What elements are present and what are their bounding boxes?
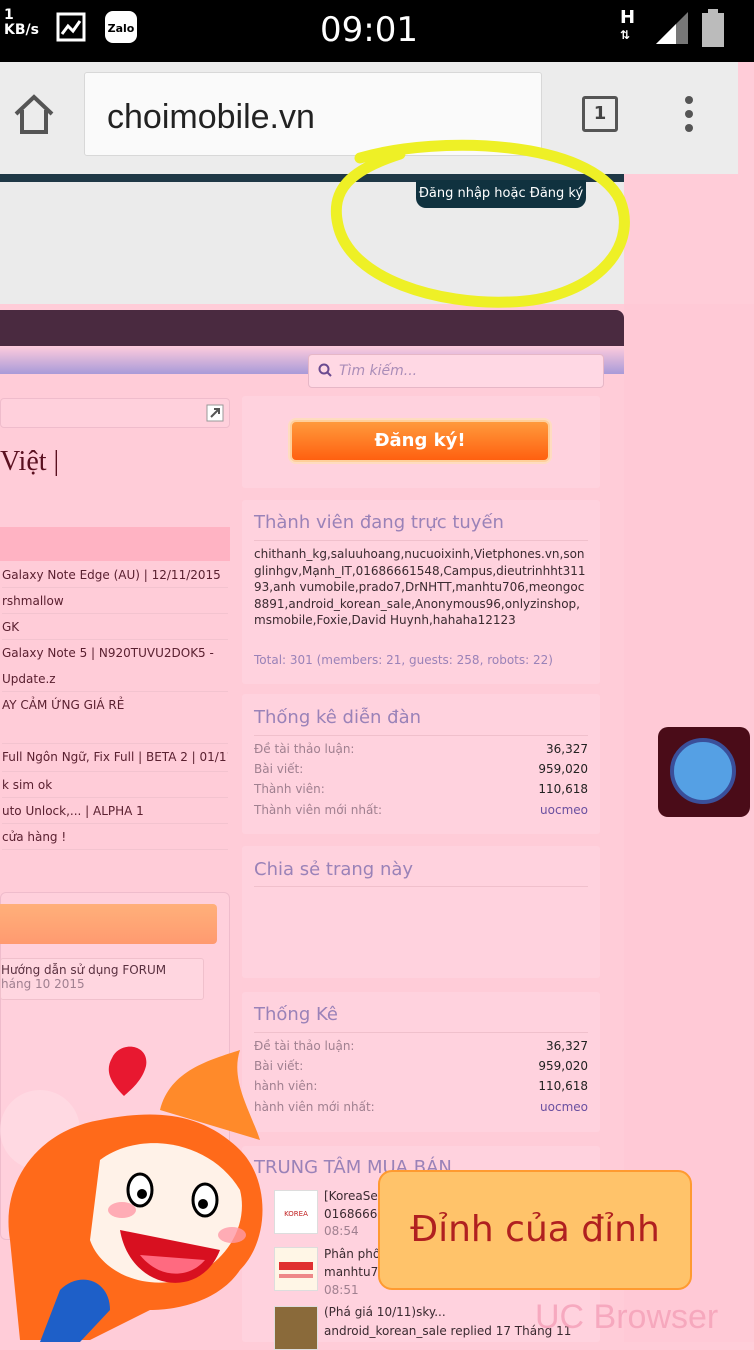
- stat-value: 110,618: [538, 1079, 588, 1093]
- external-link-icon[interactable]: [206, 404, 224, 422]
- divider: [254, 735, 588, 736]
- stat-label: Bài viết:: [254, 762, 304, 776]
- signal-icon: [656, 12, 688, 44]
- divider: [254, 886, 588, 887]
- gallery-icon: [56, 12, 86, 42]
- newest-member-link[interactable]: uocmeo: [540, 803, 588, 817]
- threads-header: [0, 527, 230, 561]
- thread-link[interactable]: Full Ngôn Ngữ, Fix Full | BETA 2 | 01/11…: [2, 744, 228, 772]
- stat-value: 36,327: [546, 1039, 588, 1053]
- clock: 09:01: [320, 10, 418, 50]
- network-speed: 1 KB/s: [4, 8, 39, 38]
- uc-browser-watermark: UC Browser: [535, 1298, 719, 1336]
- market-item-title[interactable]: [KoreaSe: [324, 1189, 378, 1203]
- stat-value: 36,327: [546, 742, 588, 756]
- stat-value: 110,618: [538, 782, 588, 796]
- overflow-menu-icon[interactable]: [682, 96, 696, 136]
- sticker-speech-bubble: Đỉnh của đỉnh: [378, 1170, 692, 1290]
- thread-link[interactable]: Galaxy Note Edge (AU) | 12/11/2015: [2, 562, 228, 588]
- stat-label: Đề tài thảo luận:: [254, 742, 355, 756]
- market-item-time: 08:51: [324, 1283, 359, 1297]
- left-top-box: [0, 398, 230, 428]
- market-item-author[interactable]: manhtu7: [324, 1265, 378, 1279]
- stat-label: Thành viên mới nhất:: [254, 803, 383, 817]
- stat-value: 959,020: [538, 1059, 588, 1073]
- share-title: Chia sẻ trang này: [254, 859, 414, 880]
- register-button[interactable]: Đăng ký!: [290, 420, 550, 462]
- thread-link[interactable]: GK: [2, 614, 228, 640]
- thread-link[interactable]: rshmallow: [2, 588, 228, 614]
- search-icon: [318, 363, 332, 377]
- network-speed-value: 1: [4, 7, 14, 23]
- thread-link[interactable]: cửa hàng !: [2, 824, 228, 850]
- network-type: H ⇅: [620, 7, 636, 43]
- stat-value: 959,020: [538, 762, 588, 776]
- thread-link[interactable]: uto Unlock,... | ALPHA 1: [2, 798, 228, 824]
- search-input[interactable]: Tìm kiếm...: [308, 354, 604, 388]
- assistive-touch-icon[interactable]: [670, 738, 736, 804]
- guide-item[interactable]: Hướng dẫn sử dụng FORUM háng 10 2015: [0, 958, 204, 1000]
- news-header-bar: [0, 904, 217, 944]
- highlight-circle-annotation: [330, 139, 630, 308]
- thread-link[interactable]: Galaxy Note 5 | N920TUVU2DOK5 - Update.z: [2, 640, 228, 692]
- online-total: Total: 301 (members: 21, guests: 258, ro…: [254, 653, 553, 667]
- network-speed-unit: KB/s: [4, 22, 39, 38]
- market-item-title[interactable]: (Phá giá 10/11)sky...: [324, 1305, 446, 1319]
- status-bar: 1 KB/s Zalo 09:01 H ⇅: [0, 0, 754, 62]
- network-type-label: H: [620, 7, 636, 28]
- divider: [254, 1032, 588, 1033]
- online-members-title: Thành viên đang trực tuyến: [254, 512, 504, 533]
- online-members-list[interactable]: chithanh_kg,saluuhoang,nucuoixinh,Vietph…: [254, 546, 590, 629]
- tab-count-button[interactable]: 1: [582, 96, 618, 132]
- newest-member-link[interactable]: uocmeo: [540, 1100, 588, 1114]
- squirrel-mascot-sticker: [0, 1046, 263, 1342]
- home-icon[interactable]: [12, 92, 56, 136]
- thread-link[interactable]: AY CẢM ỨNG GIÁ RẺ: [2, 692, 228, 744]
- site-title-fragment: Việt |: [0, 446, 60, 477]
- market-item-title[interactable]: Phân phố: [324, 1247, 380, 1261]
- thread-link[interactable]: k sim ok: [2, 772, 228, 798]
- guide-title[interactable]: Hướng dẫn sử dụng FORUM: [1, 963, 203, 977]
- stat-label: Thành viên:: [254, 782, 325, 796]
- svg-text:Zalo: Zalo: [108, 22, 135, 35]
- guide-date: háng 10 2015: [1, 977, 85, 991]
- market-item-time: 08:54: [324, 1224, 359, 1238]
- market-item-author[interactable]: 0168666: [324, 1207, 377, 1221]
- forum-stats-title: Thống kê diễn đàn: [254, 707, 422, 728]
- zalo-icon: Zalo: [105, 11, 137, 43]
- divider: [254, 540, 588, 541]
- battery-icon: [702, 9, 724, 47]
- stats-title: Thống Kê: [254, 1004, 338, 1025]
